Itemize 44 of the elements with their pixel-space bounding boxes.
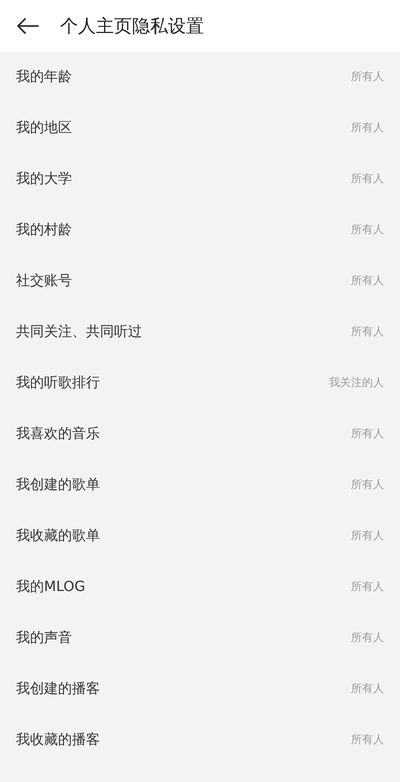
row-label: 我收藏的歌单 xyxy=(16,527,100,546)
row-value: 我关注的人 xyxy=(329,375,384,392)
row-value: 所有人 xyxy=(351,222,384,238)
row-label: 我创建的歌单 xyxy=(16,476,100,495)
privacy-row[interactable]: 我的大学 所有人 xyxy=(0,154,400,205)
privacy-row[interactable]: 我喜欢的音乐 所有人 xyxy=(0,409,400,460)
page-title: 个人主页隐私设置 xyxy=(60,14,204,38)
row-label: 我的声音 xyxy=(16,629,72,648)
row-label: 社交账号 xyxy=(16,272,72,291)
row-label: 我的听歌排行 xyxy=(16,374,100,393)
row-value: 所有人 xyxy=(351,324,384,340)
row-value: 所有人 xyxy=(351,273,384,290)
row-label: 我的村龄 xyxy=(16,221,72,240)
row-label: 我的MLOG xyxy=(16,578,86,597)
privacy-row[interactable]: 我的MLOG 所有人 xyxy=(0,562,400,613)
row-value: 所有人 xyxy=(351,69,384,86)
row-value: 所有人 xyxy=(351,579,384,596)
privacy-row[interactable]: 我收藏的播客 所有人 xyxy=(0,715,400,766)
row-label: 我的大学 xyxy=(16,170,72,189)
privacy-row[interactable]: 我的听歌排行 我关注的人 xyxy=(0,358,400,409)
row-value: 所有人 xyxy=(351,171,384,188)
row-label: 共同关注、共同听过 xyxy=(16,323,142,342)
privacy-row[interactable]: 共同关注、共同听过 所有人 xyxy=(0,307,400,358)
row-value: 所有人 xyxy=(351,630,384,646)
row-label: 我喜欢的音乐 xyxy=(16,425,100,444)
back-icon xyxy=(17,18,39,34)
privacy-row[interactable]: 我创建的歌单 所有人 xyxy=(0,460,400,511)
privacy-row[interactable]: 我收藏的歌单 所有人 xyxy=(0,511,400,562)
row-label: 我收藏的播客 xyxy=(16,731,100,750)
row-label: 我的地区 xyxy=(16,119,72,138)
row-label: 我的年龄 xyxy=(16,68,72,87)
row-value: 所有人 xyxy=(351,120,384,136)
privacy-row[interactable]: 我的年龄 所有人 xyxy=(0,52,400,103)
row-label: 我创建的播客 xyxy=(16,680,100,699)
privacy-row[interactable]: 我的村龄 所有人 xyxy=(0,205,400,256)
privacy-row[interactable]: 我的地区 所有人 xyxy=(0,103,400,154)
row-value: 所有人 xyxy=(351,528,384,544)
row-value: 所有人 xyxy=(351,732,384,748)
row-value: 所有人 xyxy=(351,681,384,698)
privacy-row[interactable]: 社交账号 所有人 xyxy=(0,256,400,307)
privacy-row[interactable]: 我的声音 所有人 xyxy=(0,613,400,664)
row-value: 所有人 xyxy=(351,426,384,442)
row-value: 所有人 xyxy=(351,477,384,494)
privacy-row[interactable]: 我创建的播客 所有人 xyxy=(0,664,400,715)
